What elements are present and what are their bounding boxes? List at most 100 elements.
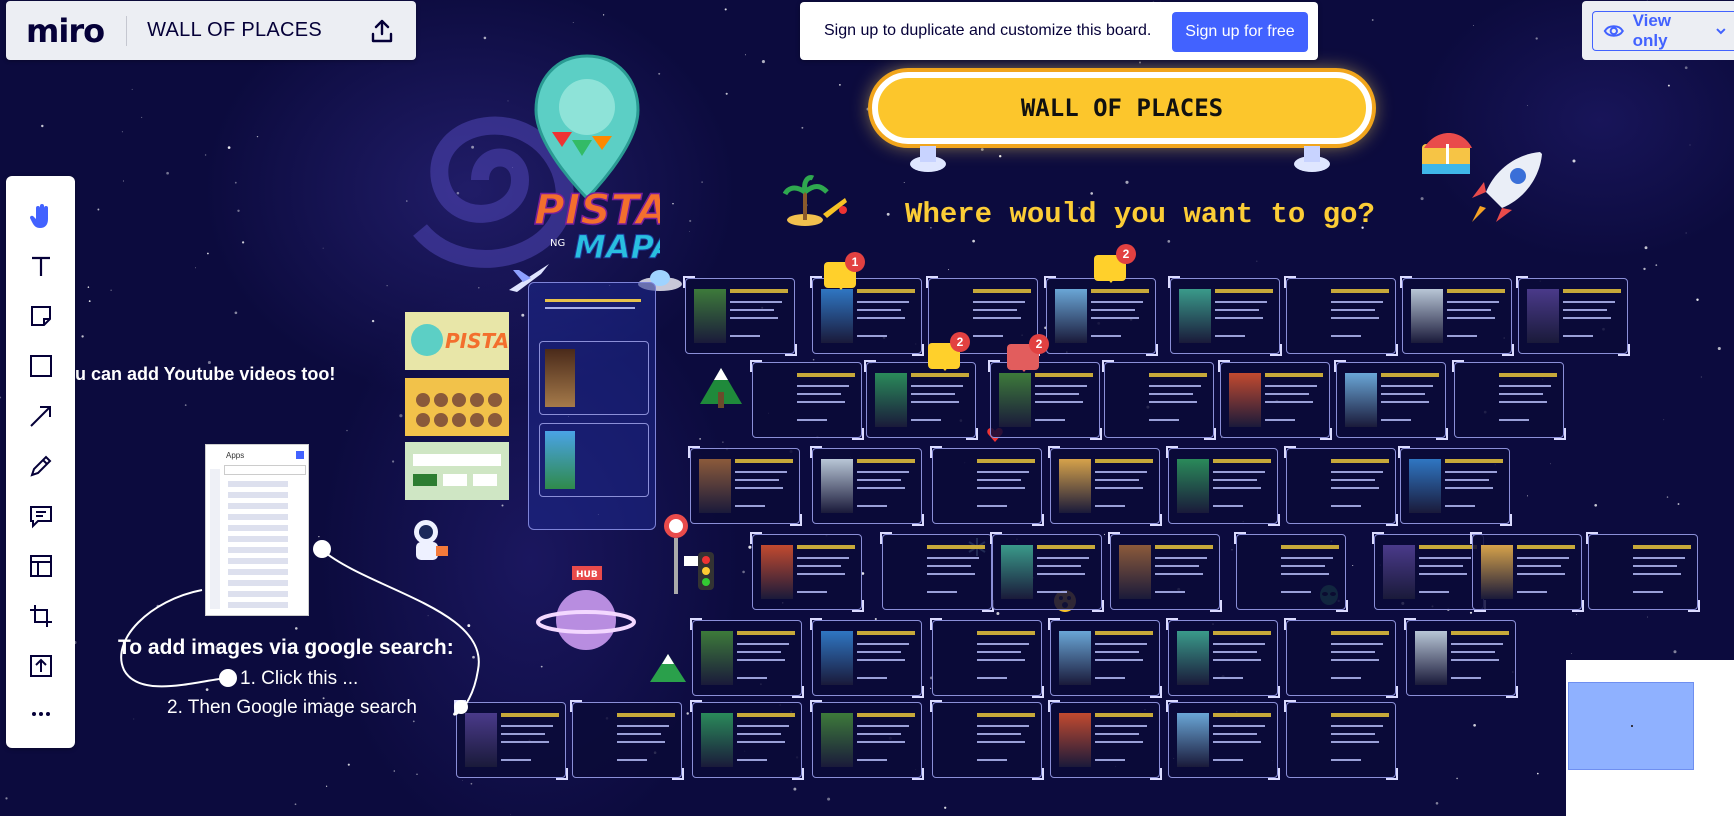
hand-icon bbox=[29, 204, 48, 228]
place-card[interactable] bbox=[880, 532, 994, 612]
svg-text:PISTA: PISTA bbox=[534, 185, 660, 234]
svg-text:NG: NG bbox=[550, 238, 565, 249]
place-card[interactable] bbox=[1452, 360, 1566, 440]
place-card[interactable] bbox=[1048, 618, 1162, 698]
place-card[interactable] bbox=[1586, 532, 1700, 612]
shape-icon bbox=[30, 355, 52, 377]
place-card[interactable] bbox=[990, 532, 1104, 612]
comment-count-badge: 2 bbox=[950, 332, 970, 352]
miro-logo[interactable]: miro bbox=[26, 12, 105, 50]
text-icon bbox=[32, 256, 50, 276]
place-card[interactable] bbox=[930, 700, 1044, 780]
place-card[interactable] bbox=[688, 446, 802, 526]
place-card[interactable] bbox=[930, 446, 1044, 526]
place-card[interactable] bbox=[1168, 276, 1282, 356]
place-card[interactable] bbox=[1218, 360, 1332, 440]
tool-sticky-note[interactable] bbox=[23, 298, 59, 334]
tool-crop[interactable] bbox=[23, 598, 59, 634]
place-card[interactable] bbox=[1398, 446, 1512, 526]
more-icon bbox=[32, 712, 50, 716]
arrow-icon bbox=[30, 406, 51, 427]
place-card[interactable] bbox=[1284, 618, 1398, 698]
comment-count-badge: 2 bbox=[1116, 244, 1136, 264]
place-card[interactable] bbox=[1284, 276, 1398, 356]
tool-comment[interactable] bbox=[23, 498, 59, 534]
signup-banner: Sign up to duplicate and customize this … bbox=[800, 2, 1318, 60]
place-card[interactable] bbox=[1166, 700, 1280, 780]
place-card[interactable] bbox=[930, 618, 1044, 698]
place-card[interactable] bbox=[1404, 618, 1518, 698]
place-card[interactable] bbox=[810, 276, 924, 356]
signup-text: Sign up to duplicate and customize this … bbox=[824, 22, 1152, 39]
step-1-text: 1. Click this ... bbox=[240, 668, 359, 689]
comment-count-badge: 1 bbox=[845, 252, 865, 272]
place-card[interactable] bbox=[690, 618, 804, 698]
sign-up-button[interactable]: Sign up for free bbox=[1172, 12, 1308, 52]
place-card[interactable] bbox=[1048, 446, 1162, 526]
place-card[interactable] bbox=[1334, 360, 1448, 440]
place-card[interactable] bbox=[810, 700, 924, 780]
place-card[interactable] bbox=[1516, 276, 1630, 356]
place-card[interactable] bbox=[1372, 532, 1486, 612]
comment-icon bbox=[30, 506, 52, 529]
place-card[interactable] bbox=[1234, 532, 1348, 612]
eye-icon bbox=[1603, 25, 1624, 37]
svg-text:HUB: HUB bbox=[576, 570, 598, 580]
tool-upload[interactable] bbox=[23, 648, 59, 684]
place-card[interactable] bbox=[1470, 532, 1584, 612]
place-card[interactable] bbox=[810, 446, 924, 526]
place-card[interactable] bbox=[1102, 360, 1216, 440]
place-card[interactable] bbox=[1048, 700, 1162, 780]
place-card[interactable] bbox=[570, 700, 684, 780]
tool-shape[interactable] bbox=[23, 348, 59, 384]
upload-icon bbox=[30, 655, 52, 677]
place-card[interactable] bbox=[1284, 700, 1398, 780]
step-2-text: 2. Then Google image search bbox=[167, 697, 417, 718]
minimap[interactable] bbox=[1566, 660, 1734, 816]
youtube-hint: ou can add Youtube videos too! bbox=[64, 364, 336, 384]
export-button[interactable] bbox=[366, 15, 398, 47]
chevron-down-icon bbox=[1716, 28, 1726, 35]
mountain-icon bbox=[650, 654, 686, 682]
rocket-icon bbox=[1472, 152, 1542, 222]
view-mode-panel: View only bbox=[1582, 1, 1734, 60]
place-card[interactable] bbox=[750, 360, 864, 440]
tool-hand[interactable] bbox=[23, 198, 59, 234]
place-card[interactable] bbox=[1108, 532, 1222, 612]
view-only-label: View only bbox=[1632, 11, 1672, 50]
place-card[interactable] bbox=[750, 532, 864, 612]
tool-arrow[interactable] bbox=[23, 398, 59, 434]
board-canvas[interactable]: WALL OF PLACES Where would you want to g… bbox=[0, 0, 1734, 816]
place-card[interactable] bbox=[683, 276, 797, 356]
frame-icon bbox=[30, 555, 52, 577]
place-card[interactable] bbox=[1044, 276, 1158, 356]
google-search-hint: To add images via google search: bbox=[118, 636, 454, 659]
island-palm-icon bbox=[783, 175, 847, 226]
place-card[interactable] bbox=[1166, 446, 1280, 526]
tool-pen[interactable] bbox=[23, 448, 59, 484]
pista-ng-mapa-thumbnail-2 bbox=[405, 378, 509, 436]
place-card[interactable] bbox=[1166, 618, 1280, 698]
place-card[interactable] bbox=[1400, 276, 1514, 356]
mountain-road-icon bbox=[700, 368, 742, 408]
sticky-note-icon bbox=[31, 306, 51, 326]
place-card[interactable] bbox=[1284, 446, 1398, 526]
pista-ng-mapa-thumbnail-1: PISTA bbox=[405, 312, 509, 370]
tool-frame[interactable] bbox=[23, 548, 59, 584]
comment-count-badge: 2 bbox=[1029, 334, 1049, 354]
board-name[interactable]: WALL OF PLACES bbox=[147, 19, 322, 42]
tool-text[interactable] bbox=[23, 248, 59, 284]
place-card[interactable] bbox=[690, 700, 804, 780]
svg-text:PISTA: PISTA bbox=[445, 329, 509, 353]
apps-panel-title: Apps bbox=[226, 451, 245, 460]
minimap-viewport[interactable] bbox=[1568, 682, 1694, 770]
view-only-button[interactable]: View only bbox=[1592, 11, 1734, 51]
featured-places-frame bbox=[528, 282, 656, 530]
board-question: Where would you want to go? bbox=[905, 198, 1375, 231]
place-card[interactable] bbox=[810, 618, 924, 698]
tool-more[interactable] bbox=[23, 696, 59, 732]
pen-icon bbox=[30, 455, 52, 477]
place-card[interactable] bbox=[988, 360, 1102, 440]
place-card[interactable] bbox=[864, 360, 978, 440]
board-title-banner: WALL OF PLACES bbox=[872, 72, 1372, 144]
